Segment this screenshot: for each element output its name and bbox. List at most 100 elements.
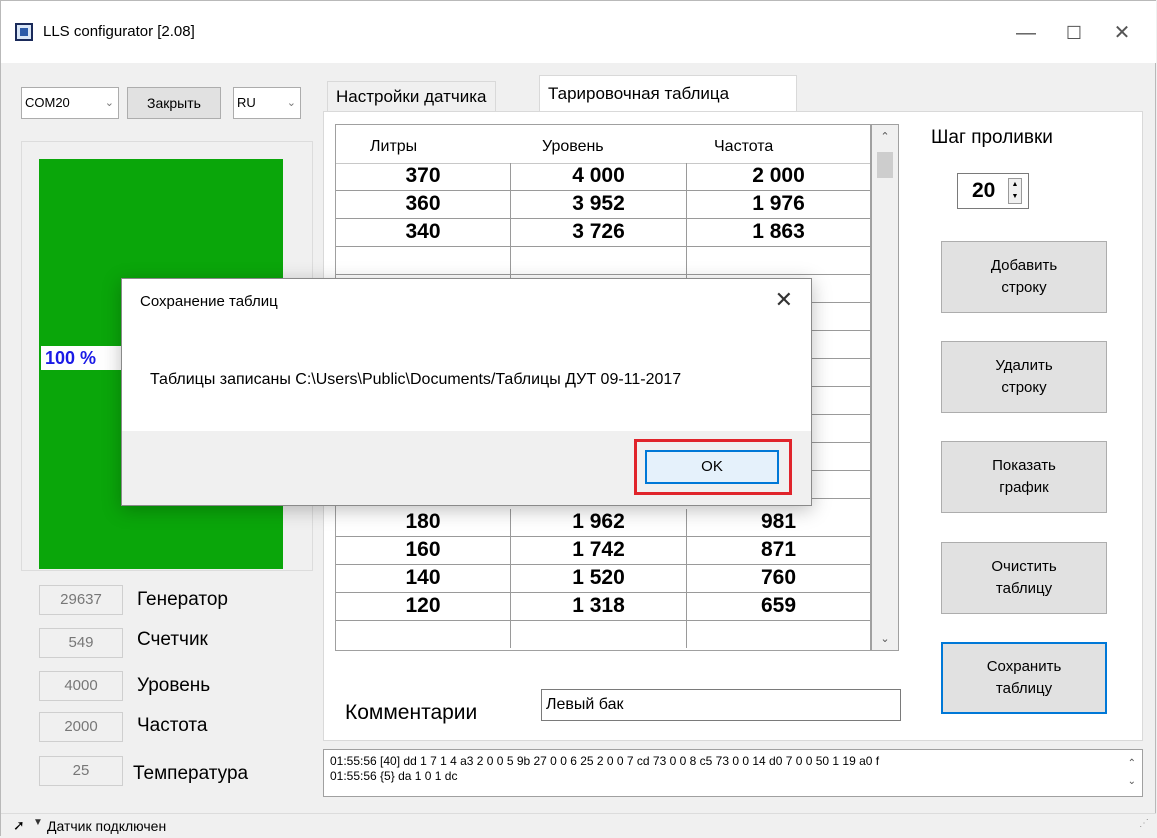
close-port-label: Закрыть [147, 95, 201, 111]
level-cell[interactable]: 3 726 [511, 219, 687, 246]
tab-sensor-settings[interactable]: Настройки датчика [327, 81, 496, 113]
gauge-percent: 100 % [41, 346, 125, 370]
language-select[interactable]: RU ⌄ [233, 87, 301, 119]
close-window-button[interactable]: ✕ [1099, 13, 1145, 53]
frequency-cell[interactable]: 871 [687, 537, 870, 564]
temperature-value: 25 [39, 756, 123, 786]
tab-calibration-table[interactable]: Тарировочная таблица [539, 75, 797, 111]
show-graph-button[interactable]: Показать график [941, 441, 1107, 513]
dialog-footer: OK [122, 431, 811, 505]
comment-input[interactable]: Левый бак [541, 689, 901, 721]
delete-row-button[interactable]: Удалить строку [941, 341, 1107, 413]
counter-label: Счетчик [137, 629, 208, 650]
level-cell[interactable]: 1 962 [511, 509, 687, 536]
ok-highlight: OK [634, 439, 792, 495]
minimize-button[interactable]: — [1003, 13, 1049, 53]
show-graph-label: Показать [992, 457, 1056, 474]
close-port-button[interactable]: Закрыть [127, 87, 221, 119]
log-area[interactable]: 01:55:56 [40] dd 1 7 1 4 a3 2 0 0 5 9b 2… [323, 749, 1143, 797]
dialog-message: Таблицы записаны C:\Users\Public\Documen… [150, 371, 682, 388]
table-row[interactable]: 120 1 318 659 [336, 593, 870, 621]
liters-cell[interactable]: 180 [336, 509, 511, 536]
table-row[interactable]: 160 1 742 871 [336, 537, 870, 565]
add-row-label: Добавить [990, 257, 1058, 274]
grid-scrollbar[interactable]: ⌃ ⌄ [871, 124, 899, 651]
app-window: LLS configurator [2.08] — ☐ ✕ COM20 ⌄ За… [0, 0, 1156, 838]
generator-value: 29637 [39, 585, 123, 615]
frequency-cell[interactable]: 1 863 [687, 219, 870, 246]
counter-value: 549 [39, 628, 123, 658]
table-row[interactable] [336, 621, 870, 648]
level-value: 4000 [39, 671, 123, 701]
liters-cell[interactable]: 120 [336, 593, 511, 620]
frequency-cell[interactable]: 760 [687, 565, 870, 592]
scroll-thumb[interactable] [877, 152, 893, 178]
frequency-cell[interactable]: 1 976 [687, 191, 870, 218]
save-table-label-2: таблицу [995, 680, 1053, 697]
frequency-cell[interactable]: 2 000 [687, 163, 870, 190]
close-icon[interactable]: ✕ [775, 287, 793, 313]
liters-cell[interactable]: 160 [336, 537, 511, 564]
frequency-cell[interactable]: 659 [687, 593, 870, 620]
save-table-label: Сохранить [986, 658, 1062, 675]
chevron-down-icon[interactable]: ⌄ [1128, 774, 1136, 789]
ok-button[interactable]: OK [645, 450, 779, 484]
level-cell[interactable]: 3 952 [511, 191, 687, 218]
column-header-frequency: Частота [714, 138, 774, 155]
comment-label: Комментарии [345, 701, 478, 724]
level-cell[interactable]: 1 318 [511, 593, 687, 620]
frequency-label: Частота [137, 715, 208, 736]
grid-header: Литры Уровень Частота [336, 125, 870, 164]
save-dialog: Сохранение таблиц ✕ Таблицы записаны C:\… [121, 278, 812, 506]
caret-down-icon[interactable]: ▼ [33, 817, 43, 828]
log-line: 01:55:56 {5} da 1 0 1 dc [330, 769, 458, 783]
maximize-button[interactable]: ☐ [1051, 13, 1097, 53]
table-row[interactable]: 340 3 726 1 863 [336, 219, 870, 247]
port-select[interactable]: COM20 ⌄ [21, 87, 119, 119]
table-row[interactable]: 140 1 520 760 [336, 565, 870, 593]
chevron-down-icon: ⌄ [286, 97, 296, 109]
level-cell[interactable]: 1 520 [511, 565, 687, 592]
table-row[interactable]: 360 3 952 1 976 [336, 191, 870, 219]
level-label: Уровень [137, 675, 211, 696]
spinner-arrows-icon[interactable]: ▲ ▼ [1008, 178, 1022, 204]
level-cell[interactable]: 1 742 [511, 537, 687, 564]
add-row-label-2: строку [1001, 279, 1047, 296]
table-row[interactable] [336, 247, 870, 275]
liters-cell[interactable] [336, 247, 511, 274]
liters-cell[interactable]: 140 [336, 565, 511, 592]
add-row-button[interactable]: Добавить строку [941, 241, 1107, 313]
step-label: Шаг проливки [931, 127, 1053, 148]
scroll-down-icon[interactable]: ⌄ [872, 629, 898, 649]
scroll-up-icon[interactable]: ⌃ [872, 127, 898, 147]
liters-cell[interactable] [336, 621, 511, 648]
column-header-liters: Литры [370, 138, 418, 155]
window-title: LLS configurator [2.08] [43, 23, 195, 40]
frequency-cell[interactable]: 981 [687, 509, 870, 536]
clear-table-label-2: таблицу [995, 580, 1053, 597]
frequency-value: 2000 [39, 712, 123, 742]
save-table-button[interactable]: Сохранить таблицу [941, 642, 1107, 714]
step-value: 20 [972, 179, 996, 202]
plug-icon[interactable]: ➚ [13, 817, 25, 834]
step-spinner[interactable]: 20 ▲ ▼ [957, 173, 1029, 209]
table-row[interactable]: 370 4 000 2 000 [336, 163, 870, 191]
table-row[interactable]: 180 1 962 981 [336, 509, 870, 537]
app-icon [15, 23, 33, 41]
status-text: Датчик подключен [47, 818, 167, 834]
level-cell[interactable]: 4 000 [511, 163, 687, 190]
title-bar: LLS configurator [2.08] — ☐ ✕ [1, 1, 1156, 63]
chevron-up-icon[interactable]: ⌃ [1128, 756, 1136, 771]
level-cell[interactable] [511, 247, 687, 274]
resize-grip-icon[interactable]: ⋰ [1139, 818, 1149, 829]
delete-row-label: Удалить [995, 357, 1053, 374]
status-bar: ➚ ▼ Датчик подключен ⋰ [1, 813, 1156, 838]
liters-cell[interactable]: 370 [336, 163, 511, 190]
liters-cell[interactable]: 340 [336, 219, 511, 246]
show-graph-label-2: график [999, 479, 1049, 496]
language-value: RU [237, 95, 256, 110]
port-value: COM20 [25, 95, 70, 110]
liters-cell[interactable]: 360 [336, 191, 511, 218]
level-cell[interactable] [511, 621, 687, 648]
clear-table-button[interactable]: Очистить таблицу [941, 542, 1107, 614]
